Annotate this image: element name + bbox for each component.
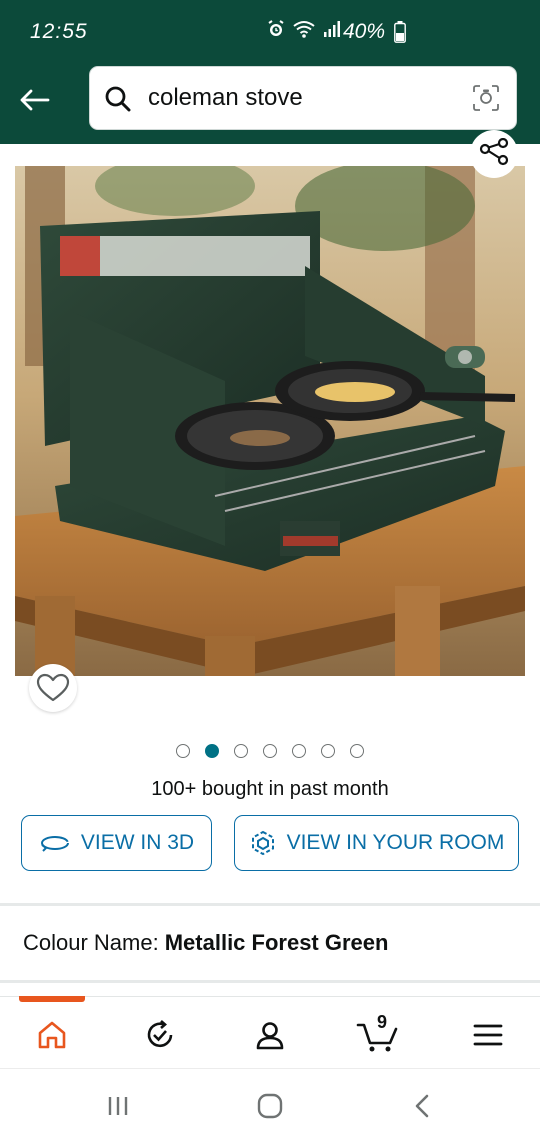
- search-input[interactable]: coleman stove: [89, 66, 517, 130]
- view-in-3d-button[interactable]: VIEW IN 3D: [21, 815, 212, 871]
- nav-account[interactable]: [248, 1015, 292, 1055]
- camera-icon[interactable]: [472, 84, 500, 112]
- recent-apps-button[interactable]: [98, 1091, 138, 1121]
- stove-photo: [15, 166, 525, 676]
- bottom-nav: [0, 996, 540, 1068]
- recent-apps-icon: [108, 1097, 128, 1115]
- carousel-dot[interactable]: [263, 744, 277, 758]
- ar-cube-icon: [251, 830, 274, 856]
- active-tab-indicator: [19, 996, 85, 1002]
- status-time: 12:55: [30, 20, 88, 43]
- alarm-icon: [268, 20, 284, 36]
- product-image[interactable]: [15, 166, 525, 676]
- nav-home[interactable]: [30, 1015, 74, 1055]
- colour-value: Metallic Forest Green: [164, 930, 389, 955]
- wifi-icon: [293, 21, 315, 38]
- battery-percentage: 40%: [343, 20, 386, 43]
- home-button[interactable]: [250, 1091, 290, 1121]
- carousel-dot[interactable]: [350, 744, 364, 758]
- account-icon: [256, 1022, 284, 1050]
- search-query[interactable]: coleman stove: [148, 84, 303, 112]
- nav-menu[interactable]: [466, 1015, 510, 1055]
- signal-icon: [324, 21, 340, 37]
- view-in-3d-label: VIEW IN 3D: [80, 831, 195, 854]
- view-in-your-room-button[interactable]: VIEW IN YOUR ROOM: [234, 815, 519, 871]
- system-home-icon: [257, 1093, 283, 1119]
- carousel-dot[interactable]: [234, 744, 248, 758]
- menu-icon: [473, 1024, 503, 1046]
- back-arrow-icon: [20, 89, 50, 111]
- share-button[interactable]: [470, 130, 518, 178]
- battery-icon: [394, 21, 406, 43]
- search-header: coleman stove: [0, 62, 540, 144]
- status-icons: [266, 19, 342, 39]
- view-in-your-room-label: VIEW IN YOUR ROOM: [286, 831, 505, 854]
- bought-count-text: 100+ bought in past month: [151, 778, 389, 800]
- recent-icon: [147, 1020, 173, 1047]
- share-icon: [479, 138, 509, 166]
- system-back-button[interactable]: [402, 1091, 442, 1121]
- carousel-dot[interactable]: [176, 744, 190, 758]
- home-icon: [38, 1021, 66, 1049]
- system-nav-bar: [0, 1068, 540, 1140]
- wishlist-button[interactable]: [29, 664, 77, 712]
- nav-recent[interactable]: [138, 1015, 182, 1055]
- divider: [0, 980, 540, 983]
- status-bar: 12:55 40%: [0, 0, 540, 62]
- back-button[interactable]: [14, 80, 54, 120]
- carousel-dot[interactable]: [321, 744, 335, 758]
- heart-icon: [36, 673, 70, 702]
- carousel-dot[interactable]: [292, 744, 306, 758]
- system-back-icon: [415, 1094, 429, 1118]
- search-icon[interactable]: [104, 85, 132, 113]
- image-carousel-dots: [0, 744, 540, 758]
- colour-label: Colour Name:: [23, 930, 159, 955]
- colour-name-row: Colour Name: Metallic Forest Green: [23, 930, 388, 956]
- carousel-dot-active[interactable]: [205, 744, 219, 758]
- rotate-3d-icon: [40, 836, 69, 852]
- divider: [0, 903, 540, 906]
- cart-count-badge: 9: [376, 1012, 387, 1032]
